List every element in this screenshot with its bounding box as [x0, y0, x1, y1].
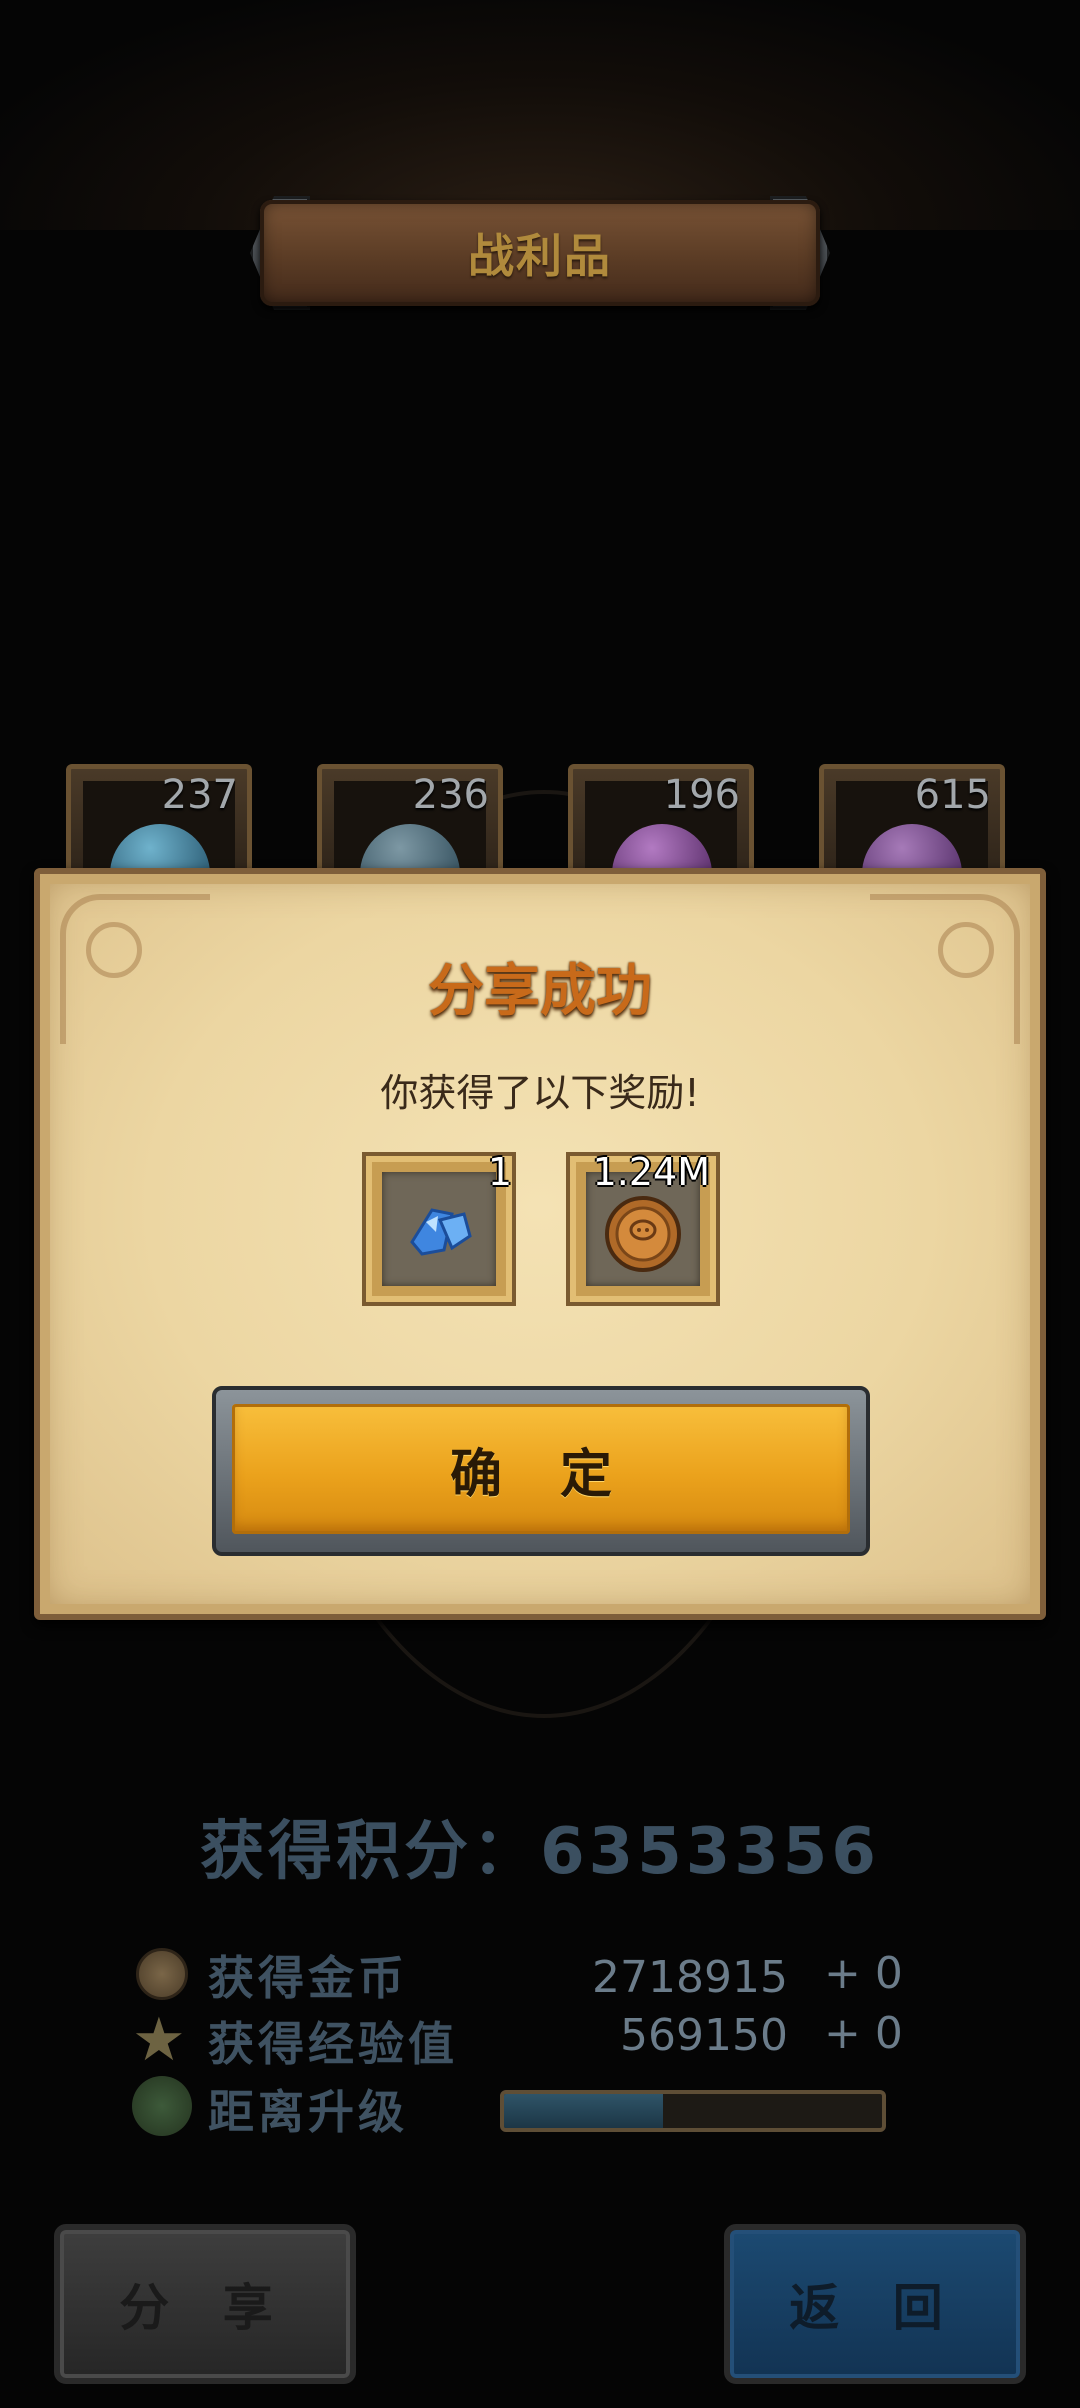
gold-label: 获得金币 [208, 1951, 408, 2005]
share-button[interactable]: 分 享 [54, 2224, 356, 2384]
loot-count: 615 [914, 772, 991, 818]
gold-value: 2718915 [592, 1952, 788, 2003]
gold-bonus: + 0 [824, 1948, 903, 1999]
reward-count: 1.24M [592, 1150, 710, 1194]
level-progress-fill [504, 2094, 663, 2128]
back-button[interactable]: 返 回 [724, 2224, 1026, 2384]
dialog-subtitle: 你获得了以下奖励! [380, 1071, 700, 1115]
exp-bonus: + 0 [824, 2008, 903, 2059]
level-label: 距离升级 [208, 2085, 408, 2139]
star-icon: ★ [132, 2005, 186, 2075]
exp-label: 获得经验值 [208, 2017, 458, 2071]
loot-count: 237 [161, 772, 238, 818]
loot-count: 236 [412, 772, 489, 818]
coin-icon [136, 1948, 188, 2000]
tree-icon [132, 2076, 192, 2136]
background-scene [0, 0, 1080, 230]
page-title: 战利品 [468, 229, 612, 283]
score-label: 获得积分： [200, 1815, 541, 1889]
reward-count: 1 [487, 1150, 512, 1194]
confirm-button[interactable]: 确 定 [232, 1404, 850, 1534]
score-value: 6353356 [540, 1815, 880, 1889]
level-progress-bar [500, 2090, 886, 2132]
loot-count: 196 [663, 772, 740, 818]
dialog-title: 分享成功 [428, 959, 652, 1024]
exp-value: 569150 [620, 2010, 788, 2061]
score-readout: 获得积分：6353356 [0, 1800, 1080, 1892]
